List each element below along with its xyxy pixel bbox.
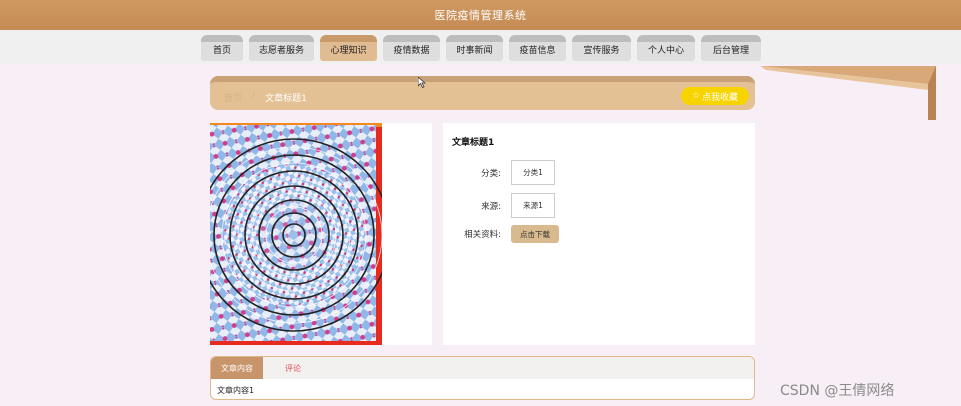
tab-content-text: 文章内容1	[217, 386, 255, 395]
nav-item-home[interactable]: 首页	[201, 35, 243, 61]
nav-item-label: 后台管理	[712, 46, 749, 56]
nav-item-profile[interactable]: 个人中心	[637, 35, 695, 61]
star-outline-icon: ☆	[691, 91, 701, 101]
breadcrumb-separator: /	[252, 91, 256, 101]
mouse-cursor-icon	[418, 77, 426, 88]
watermark: CSDN @王倩网络	[780, 383, 895, 399]
breadcrumb-home-link[interactable]: 首页	[224, 91, 242, 104]
decorative-ribbon	[760, 66, 936, 120]
app-title-bar: 医院疫情管理系统	[0, 0, 961, 30]
nav-item-label: 疫苗信息	[519, 46, 556, 56]
files-row: 相关资料: 点击下载	[443, 225, 559, 243]
nav-item-news[interactable]: 时事新闻	[446, 35, 503, 61]
favorite-button[interactable]: ☆ 点我收藏	[681, 87, 749, 105]
nav-item-volunteer[interactable]: 志愿者服务	[249, 35, 314, 61]
main-nav: 首页 志愿者服务 心理知识 疫情数据 时事新闻 疫苗信息 宣传服务 个人中心 后…	[201, 35, 761, 61]
app-title: 医院疫情管理系统	[434, 9, 527, 22]
category-label: 分类:	[481, 168, 501, 179]
nav-item-label: 个人中心	[647, 46, 684, 56]
source-value: 来源1	[511, 193, 555, 218]
nav-item-vaccine[interactable]: 疫苗信息	[509, 35, 566, 61]
nav-item-label: 时事新闻	[456, 46, 493, 56]
tab-comments[interactable]: 评论	[267, 357, 319, 379]
download-button[interactable]: 点击下载	[511, 225, 559, 243]
source-label: 来源:	[481, 201, 501, 212]
nav-item-psychology[interactable]: 心理知识	[320, 35, 377, 61]
nav-item-publicity[interactable]: 宣传服务	[572, 35, 631, 61]
article-tabs-panel: 文章内容 评论 文章内容1	[210, 356, 755, 400]
article-image-panel	[210, 123, 432, 345]
nav-item-admin[interactable]: 后台管理	[701, 35, 761, 61]
article-title: 文章标题1	[452, 138, 495, 148]
category-value: 分类1	[511, 160, 555, 185]
nav-item-label: 心理知识	[330, 46, 367, 56]
tab-strip: 文章内容 评论	[211, 357, 754, 379]
nav-item-label: 疫情数据	[393, 46, 430, 56]
favorite-button-label: 点我收藏	[702, 92, 739, 103]
nav-item-label: 志愿者服务	[258, 46, 304, 56]
nav-item-label: 首页	[212, 46, 231, 56]
nav-item-label: 宣传服务	[583, 46, 620, 56]
breadcrumb-current: 文章标题1	[265, 94, 307, 104]
files-label: 相关资料:	[464, 230, 501, 240]
article-detail-panel: 文章标题1 分类: 分类1 来源: 来源1 相关资料: 点击下载	[443, 123, 755, 345]
breadcrumb-trail: 首页 / 文章标题1	[224, 91, 307, 104]
article-image	[210, 123, 382, 345]
breadcrumb: 首页 / 文章标题1 ☆ 点我收藏	[210, 76, 755, 110]
tab-article-content[interactable]: 文章内容	[211, 357, 263, 379]
source-row: 来源: 来源1	[443, 193, 555, 218]
nav-item-epidemic-data[interactable]: 疫情数据	[383, 35, 440, 61]
category-row: 分类: 分类1	[443, 160, 555, 185]
